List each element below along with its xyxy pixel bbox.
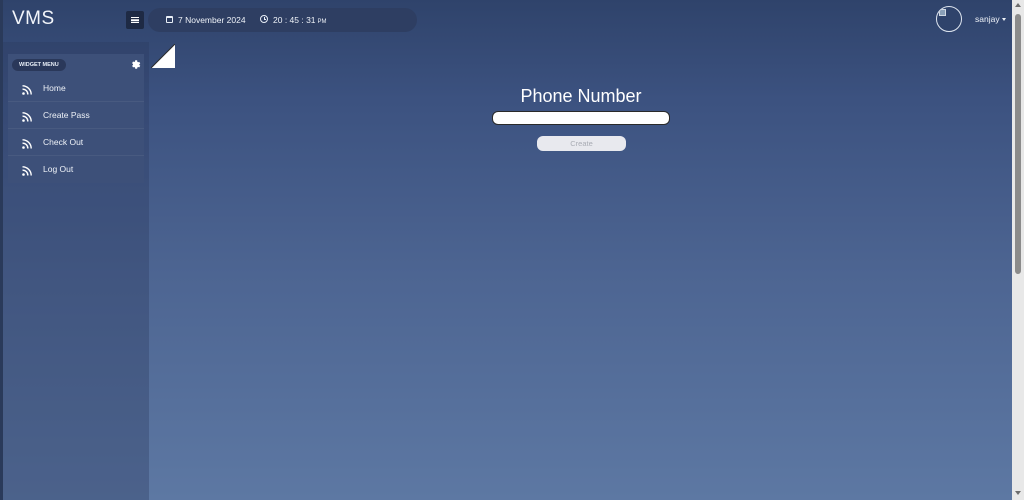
menu-toggle-button[interactable] bbox=[126, 11, 144, 29]
create-button[interactable]: Create bbox=[537, 136, 626, 151]
user-menu[interactable]: sanjay bbox=[975, 14, 1006, 24]
time-value: 20 : 45 : 31 bbox=[273, 15, 316, 25]
time-period: PM bbox=[317, 19, 327, 25]
sidebar-item-label: Log Out bbox=[43, 164, 74, 174]
calendar-icon bbox=[166, 16, 173, 23]
sidebar-item-label: Create Pass bbox=[43, 110, 90, 120]
page-corner-fold-icon bbox=[151, 44, 175, 68]
gear-icon[interactable] bbox=[130, 59, 141, 70]
scroll-up-icon[interactable] bbox=[1015, 3, 1021, 7]
hamburger-icon bbox=[131, 17, 139, 23]
phone-number-input[interactable] bbox=[492, 111, 670, 125]
current-date: 7 November 2024 bbox=[178, 15, 246, 25]
widget-menu-label: WIDGET MENU bbox=[12, 59, 66, 71]
scroll-down-icon[interactable] bbox=[1015, 491, 1021, 495]
rss-icon bbox=[22, 112, 32, 122]
sidebar-item-log-out[interactable]: Log Out bbox=[8, 157, 144, 183]
current-time: 20 : 45 : 31 PM bbox=[273, 15, 327, 25]
page-scrollbar[interactable] bbox=[1012, 0, 1024, 500]
form-title: Phone Number bbox=[520, 86, 642, 106]
top-bar: VMS 7 November 2024 20 : 45 : 31 PM sanja… bbox=[0, 0, 1012, 42]
user-name: sanjay bbox=[975, 14, 1000, 24]
scroll-thumb[interactable] bbox=[1015, 14, 1021, 274]
clock-icon bbox=[260, 15, 268, 23]
date-time-pill: 7 November 2024 20 : 45 : 31 PM bbox=[148, 8, 417, 32]
rss-icon bbox=[22, 139, 32, 149]
app-brand: VMS bbox=[12, 8, 55, 29]
user-avatar[interactable] bbox=[936, 6, 962, 32]
sidebar-item-label: Check Out bbox=[43, 137, 84, 147]
caret-down-icon bbox=[1001, 18, 1006, 22]
rss-icon bbox=[22, 166, 32, 176]
sidebar-item-check-out[interactable]: Check Out bbox=[8, 130, 144, 156]
